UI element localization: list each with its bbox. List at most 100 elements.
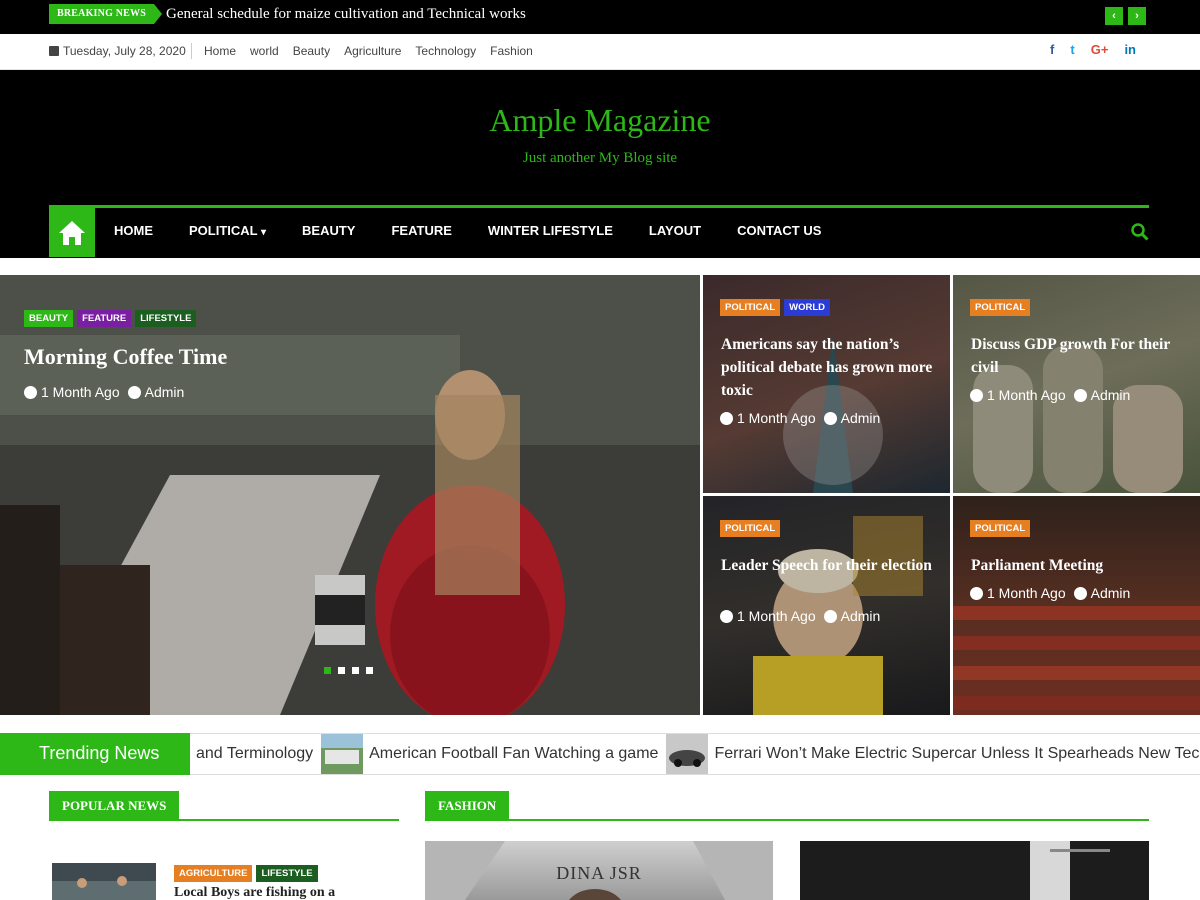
nav-home[interactable]: HOME [114,223,153,238]
card-meta: 1 Month Ago Admin [970,585,1130,601]
prev-headline-button[interactable]: ‹ [1105,7,1123,25]
tag-world[interactable]: WORLD [784,299,831,316]
slider-dot[interactable] [366,667,373,674]
site-title[interactable]: Ample Magazine [0,102,1200,139]
nav-contact-us[interactable]: CONTACT US [737,223,821,238]
user-icon [1073,388,1087,402]
slider-dots [324,667,373,674]
social-links: f t G+ in [1050,42,1136,57]
top-link-world[interactable]: world [250,44,279,58]
clock-icon [720,411,733,425]
card-author[interactable]: Admin [1091,387,1131,403]
card-meta: 1 Month Ago Admin [970,387,1130,403]
card-author[interactable]: Admin [841,608,881,624]
card-author[interactable]: Admin [1091,585,1131,601]
popular-news-tags: AGRICULTURE LIFESTYLE [174,865,318,882]
news-card[interactable]: POLITICAL WORLD Americans say the nation… [703,275,950,493]
slider-dot[interactable] [338,667,345,674]
hero-author[interactable]: Admin [145,384,185,400]
card-meta: 1 Month Ago Admin [720,410,880,426]
top-info-bar: Tuesday, July 28, 2020 Home world Beauty… [0,34,1200,70]
card-title[interactable]: Leader Speech for their election [721,554,936,577]
main-navigation: HOME POLITICAL ▾ BEAUTY FEATURE WINTER L… [49,205,1149,257]
popular-news-title: POPULAR NEWS [49,791,180,821]
breaking-news-label: BREAKING NEWS [49,4,163,24]
card-tags: POLITICAL [970,520,1031,537]
card-title[interactable]: Americans say the nation’s political deb… [721,333,936,402]
hero-title[interactable]: Morning Coffee Time [24,344,227,370]
slider-dot-active[interactable] [324,667,331,674]
search-icon[interactable] [1131,223,1149,246]
hero-meta: 1 Month Ago Admin [24,384,184,400]
card-meta: 1 Month Ago Admin [720,608,880,624]
top-link-technology[interactable]: Technology [415,44,476,58]
fashion-header: FASHION [425,791,1149,821]
card-time: 1 Month Ago [987,387,1066,403]
trending-thumbnail[interactable] [666,734,709,774]
news-card[interactable]: POLITICAL Discuss GDP growth For their c… [953,275,1200,493]
nav-beauty[interactable]: BEAUTY [302,223,355,238]
tag-agriculture[interactable]: AGRICULTURE [174,865,253,882]
current-date: Tuesday, July 28, 2020 [49,44,186,58]
tag-political[interactable]: POLITICAL [720,520,781,537]
trending-thumbnail[interactable] [321,734,364,774]
card-time: 1 Month Ago [987,585,1066,601]
card-title[interactable]: Parliament Meeting [971,554,1186,577]
top-link-home[interactable]: Home [204,44,236,58]
popular-news-title-link[interactable]: Local Boys are fishing on a [174,885,335,900]
trending-item[interactable]: Ferrari Won’t Make Electric Supercar Unl… [714,745,1200,763]
fashion-thumbnail[interactable]: DINA JSR [425,841,773,900]
popular-news-thumbnail[interactable] [52,863,156,900]
tag-political[interactable]: POLITICAL [720,299,781,316]
fashion-title: FASHION [425,791,510,821]
card-author[interactable]: Admin [841,410,881,426]
fashion-thumbnail[interactable] [800,841,1149,900]
trending-item[interactable]: and Terminology [196,745,313,763]
breaking-news-bar: BREAKING NEWS General schedule for maize… [0,0,1200,34]
clock-icon [720,609,733,623]
card-tags: POLITICAL WORLD [720,299,831,316]
tag-political[interactable]: POLITICAL [970,520,1031,537]
calendar-icon [49,46,59,56]
tag-lifestyle[interactable]: LIFESTYLE [135,310,197,327]
user-icon [1073,586,1087,600]
tag-lifestyle[interactable]: LIFESTYLE [256,865,318,882]
user-icon [127,385,141,399]
top-links: Home world Beauty Agriculture Technology… [204,44,533,58]
facebook-icon[interactable]: f [1050,42,1054,57]
slider-dot[interactable] [352,667,359,674]
trending-news-bar: Trending News and Terminology American F… [0,733,1200,775]
top-link-agriculture[interactable]: Agriculture [344,44,401,58]
news-card[interactable]: POLITICAL Leader Speech for their electi… [703,496,950,715]
twitter-icon[interactable]: t [1070,42,1074,57]
featured-slider[interactable]: BEAUTY FEATURE LIFESTYLE [0,275,700,715]
clock-icon [970,586,983,600]
trending-ticker: and Terminology American Football Fan Wa… [196,734,1200,774]
home-icon[interactable] [49,208,95,257]
chevron-down-icon: ▾ [261,227,267,238]
divider [191,43,192,59]
breaking-headline[interactable]: General schedule for maize cultivation a… [166,6,526,23]
nav-winter-lifestyle[interactable]: WINTER LIFESTYLE [488,223,613,238]
tag-beauty[interactable]: BEAUTY [24,310,74,327]
nav-layout[interactable]: LAYOUT [649,223,701,238]
tag-feature[interactable]: FEATURE [77,310,132,327]
top-link-beauty[interactable]: Beauty [293,44,330,58]
user-icon [823,609,837,623]
card-tags: POLITICAL [970,299,1031,316]
news-card[interactable]: POLITICAL Parliament Meeting 1 Month Ago… [953,496,1200,715]
hero-time: 1 Month Ago [41,384,120,400]
card-title[interactable]: Discuss GDP growth For their civil [971,333,1186,379]
date-text: Tuesday, July 28, 2020 [63,44,186,58]
nav-political[interactable]: POLITICAL ▾ [189,223,266,238]
linkedin-icon[interactable]: in [1124,42,1136,57]
nav-feature[interactable]: FEATURE [391,223,451,238]
clock-icon [24,385,37,399]
next-headline-button[interactable]: › [1128,7,1146,25]
site-tagline: Just another My Blog site [522,150,678,166]
google-plus-icon[interactable]: G+ [1091,42,1109,57]
trending-item[interactable]: American Football Fan Watching a game [369,745,658,763]
top-link-fashion[interactable]: Fashion [490,44,533,58]
card-time: 1 Month Ago [737,410,816,426]
tag-political[interactable]: POLITICAL [970,299,1031,316]
